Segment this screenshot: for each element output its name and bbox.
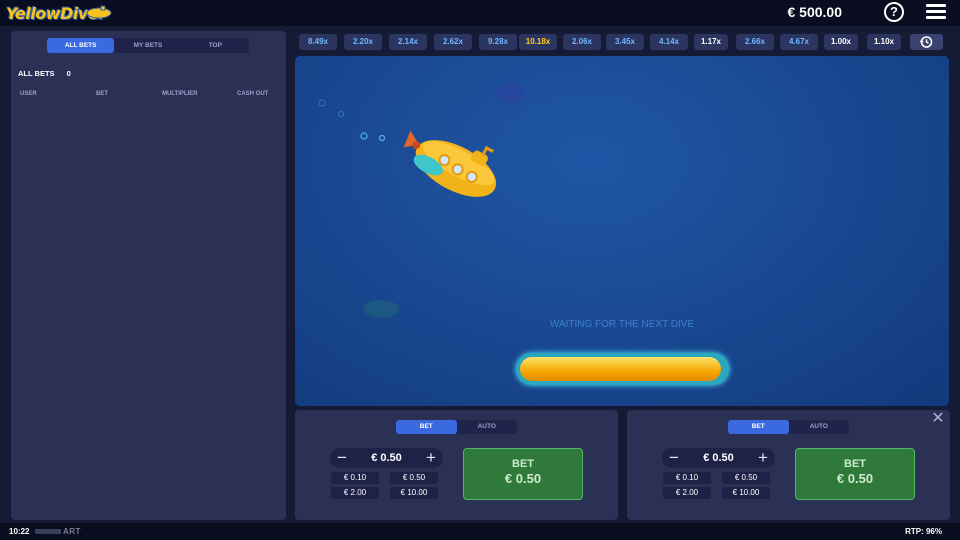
game-stage: WAITING FOR THE NEXT DIVE <box>295 56 949 406</box>
stake-stepper: − € 0.50 + <box>330 448 443 468</box>
history-chip: 10.18x <box>519 34 557 50</box>
history-chip: 2.20x <box>344 34 382 50</box>
tab-auto[interactable]: AUTO <box>789 420 850 434</box>
bet-panel-1-tabs: BET AUTO <box>396 420 517 434</box>
quick-bet-button[interactable]: € 0.50 <box>722 472 770 484</box>
tab-all-bets[interactable]: ALL BETS <box>47 38 115 53</box>
column-multiplier: MULTIPLIER <box>162 91 198 97</box>
help-icon[interactable]: ? <box>884 2 904 22</box>
minus-icon[interactable]: − <box>664 448 684 468</box>
history-chip: 4.14x <box>650 34 688 50</box>
history-chip: 1.17x <box>694 34 728 50</box>
waiting-status: WAITING FOR THE NEXT DIVE <box>549 319 695 330</box>
quick-bet-button[interactable]: € 10.00 <box>722 487 770 499</box>
history-chip: 3.45x <box>606 34 644 50</box>
footer-bar: 10:22 ART RTP: 96% <box>0 523 960 540</box>
balance: € 500.00 <box>787 4 843 20</box>
quick-bet-button[interactable]: € 2.00 <box>331 487 379 499</box>
quick-bet-button[interactable]: € 0.10 <box>331 472 379 484</box>
quick-bet-button[interactable]: € 10.00 <box>390 487 438 499</box>
all-bets-count: 0 <box>66 69 71 78</box>
plus-icon[interactable]: + <box>753 448 773 468</box>
bet-button-amount: € 0.50 <box>504 471 542 486</box>
game-logo: YellowDiver <box>6 2 112 24</box>
history-chip: 1.10x <box>867 34 901 50</box>
quick-bet-button[interactable]: € 2.00 <box>663 487 711 499</box>
history-chip: 2.62x <box>434 34 472 50</box>
top-bar: YellowDiver € 500.00 ? <box>0 0 960 26</box>
stake-value[interactable]: € 0.50 <box>350 448 423 468</box>
provider-brand: ART <box>35 527 81 536</box>
column-cash-out: CASH OUT <box>237 91 269 97</box>
clock: 10:22 <box>9 527 30 536</box>
quick-bet-button[interactable]: € 0.10 <box>663 472 711 484</box>
tab-top[interactable]: TOP <box>182 38 249 53</box>
history-chip: 2.14x <box>389 34 427 50</box>
close-icon[interactable]: ✕ <box>931 411 945 427</box>
history-chip: 9.28x <box>479 34 517 50</box>
column-bet: BET <box>96 91 108 97</box>
tab-bet[interactable]: BET <box>728 420 789 434</box>
multiplier-history: 8.49x 2.20x 2.14x 2.62x 9.28x 10.18x 2.06x 3.45… <box>299 34 945 50</box>
history-chip: 1.00x <box>824 34 858 50</box>
history-chip: 2.66x <box>736 34 774 50</box>
bets-panel: ALL BETS MY BETS TOP ALL BETS 0 USER BET… <box>11 31 286 520</box>
tab-auto[interactable]: AUTO <box>457 420 518 434</box>
stake-stepper: − € 0.50 + <box>662 448 775 468</box>
countdown-progress-bar <box>516 353 729 385</box>
bet-button[interactable]: BET € 0.50 <box>795 448 915 500</box>
tab-my-bets[interactable]: MY BETS <box>114 38 181 53</box>
submarine-icon <box>403 130 497 197</box>
bet-button[interactable]: BET € 0.50 <box>463 448 583 500</box>
rtp-label: RTP: 96% <box>905 527 942 536</box>
logo-submarine-icon <box>86 5 112 19</box>
bet-button-amount: € 0.50 <box>836 471 874 486</box>
bet-panel-2: BET AUTO − € 0.50 + € 0.10 € 0.50 € 2.00… <box>627 410 950 520</box>
countdown-progress-fill <box>520 357 721 381</box>
bet-button-label: BET <box>512 458 534 470</box>
column-user: USER <box>20 91 37 97</box>
history-chip: 4.67x <box>780 34 818 50</box>
all-bets-label: ALL BETS <box>18 69 55 78</box>
bets-tabs: ALL BETS MY BETS TOP <box>47 38 249 53</box>
tab-bet[interactable]: BET <box>396 420 457 434</box>
menu-icon[interactable] <box>926 4 946 20</box>
bet-panel-2-tabs: BET AUTO <box>728 420 849 434</box>
bet-button-label: BET <box>844 458 866 470</box>
history-chip: 2.06x <box>563 34 601 50</box>
history-chip: 8.49x <box>299 34 337 50</box>
quick-bet-button[interactable]: € 0.50 <box>390 472 438 484</box>
all-bets-summary: ALL BETS 0 <box>18 69 71 78</box>
minus-icon[interactable]: − <box>332 448 352 468</box>
history-icon[interactable] <box>910 34 943 50</box>
plus-icon[interactable]: + <box>421 448 441 468</box>
bet-panel-1: BET AUTO − € 0.50 + € 0.10 € 0.50 € 2.00… <box>295 410 618 520</box>
stake-value[interactable]: € 0.50 <box>682 448 755 468</box>
